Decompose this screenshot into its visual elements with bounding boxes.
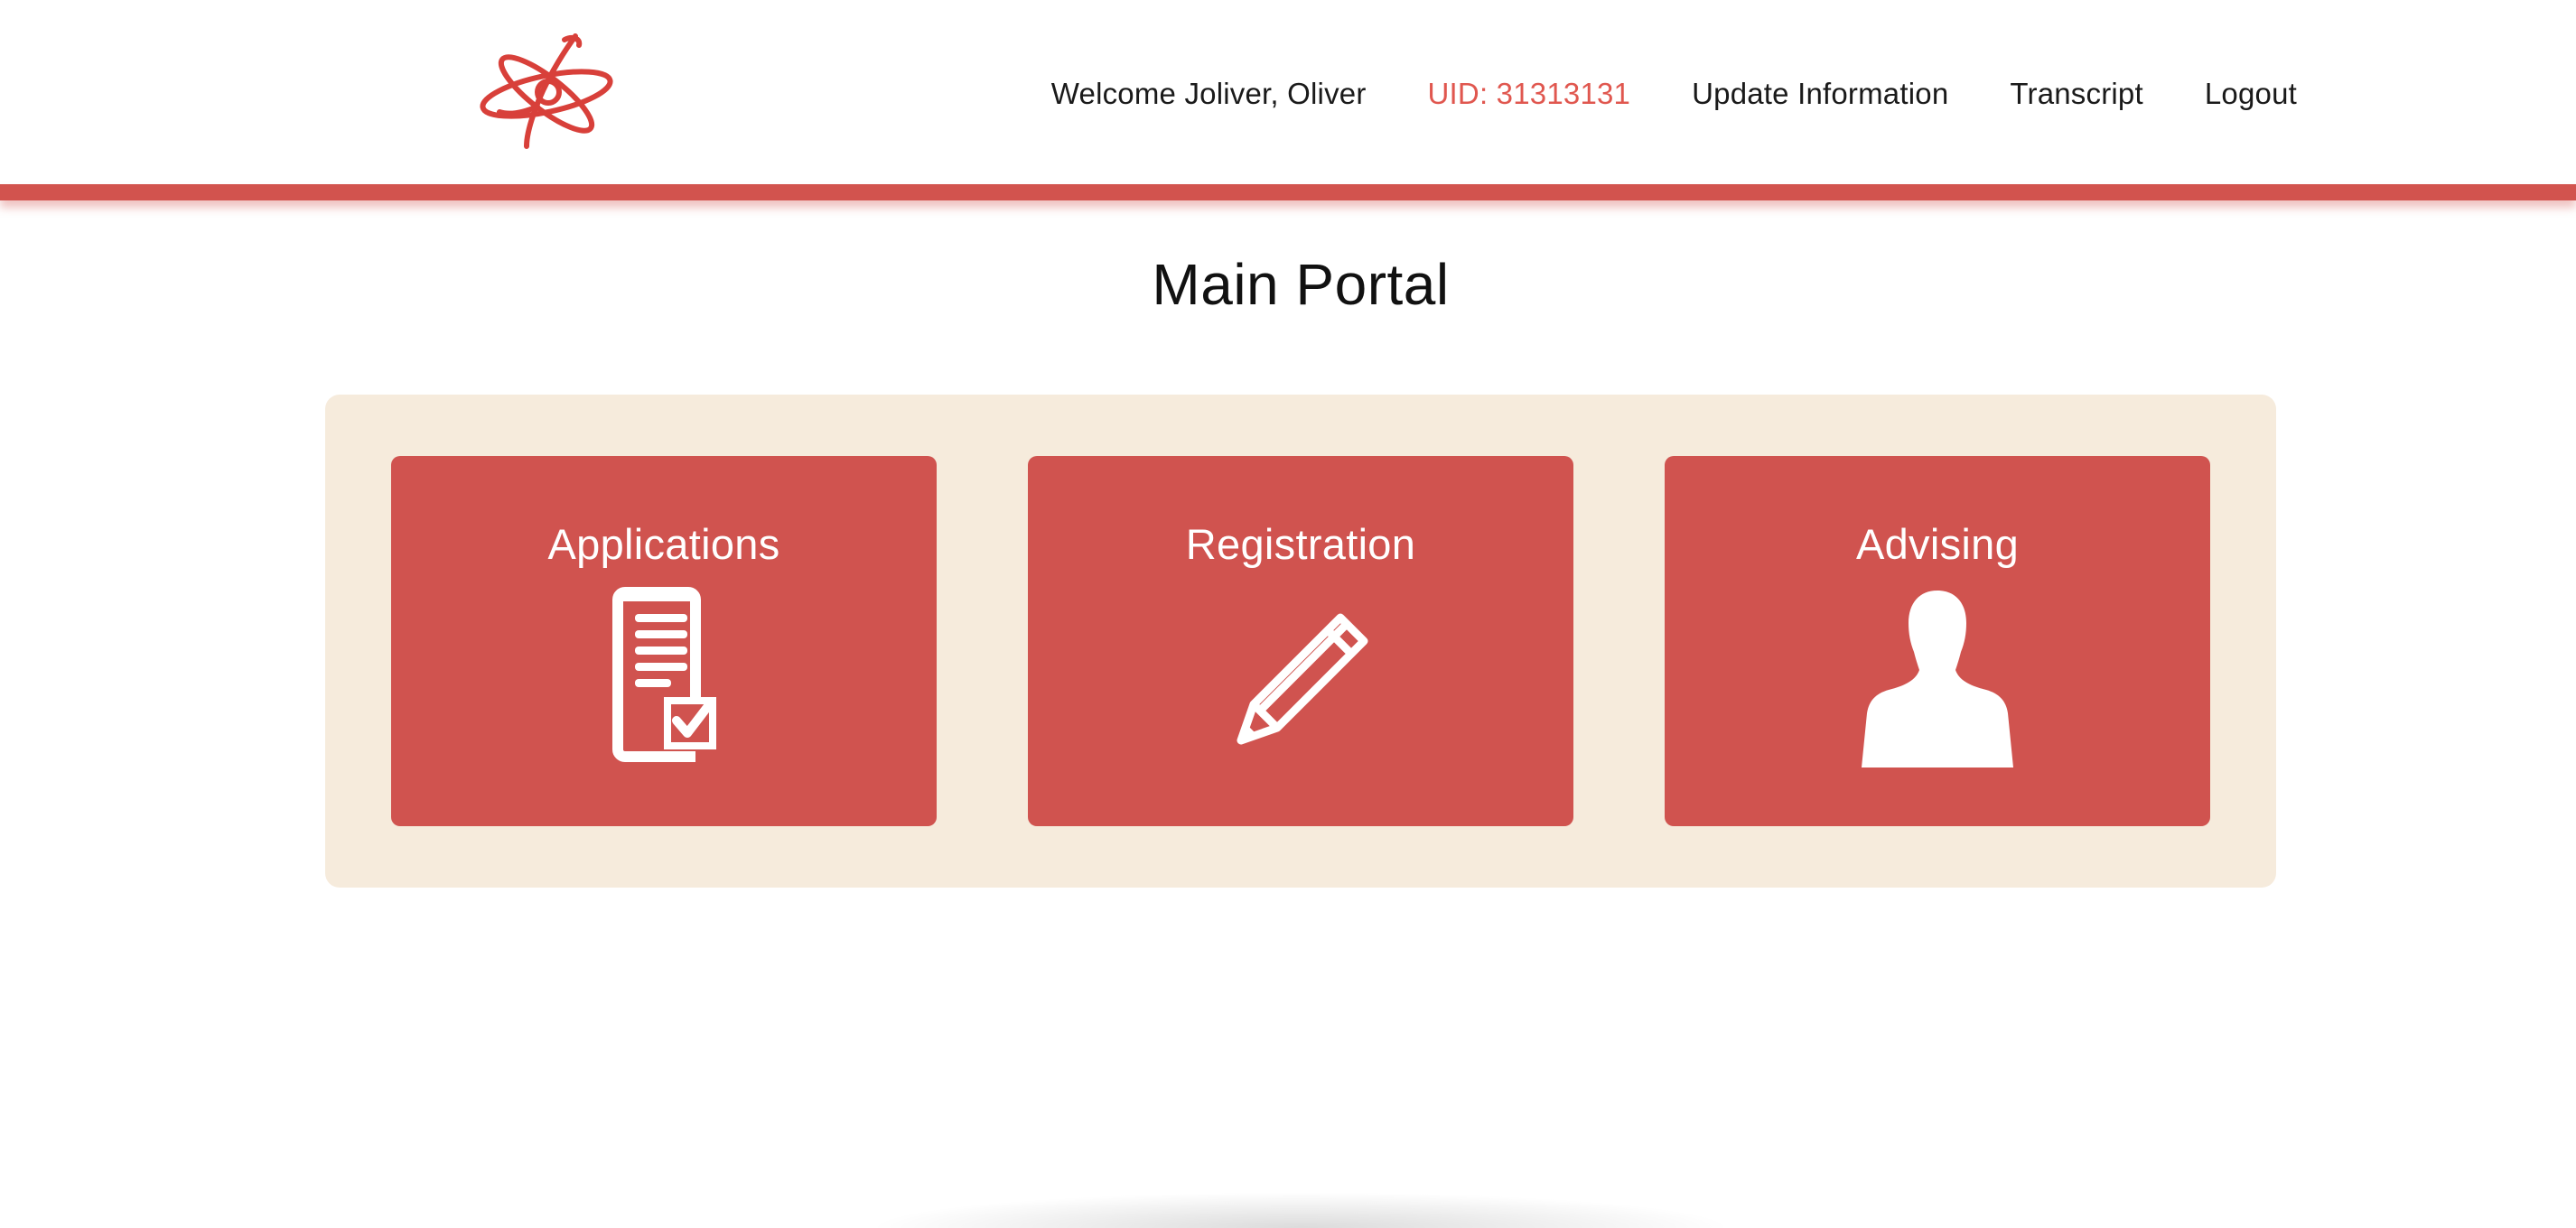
top-nav: Welcome Joliver, Oliver UID: 31313131 Up…: [990, 65, 2297, 123]
page-title: Main Portal: [1152, 252, 1450, 317]
nav-link-update-information[interactable]: Update Information: [1692, 77, 1948, 111]
site-header: Welcome Joliver, Oliver UID: 31313131 Up…: [0, 0, 2576, 184]
bottom-shadow: [867, 1192, 1734, 1228]
applications-card-label: Applications: [547, 520, 780, 568]
page: Welcome Joliver, Oliver UID: 31313131 Up…: [0, 0, 2576, 1228]
document-checkmark-icon: [555, 587, 772, 768]
header-accent-bar: [0, 184, 2576, 200]
atom-logo-icon[interactable]: [474, 29, 619, 155]
welcome-text: Welcome Joliver, Oliver: [1050, 77, 1367, 110]
nav-link-logout[interactable]: Logout: [2205, 77, 2297, 111]
portal-panel: Applications Registration Advising: [325, 395, 2276, 888]
registration-card[interactable]: Registration: [1028, 456, 1573, 826]
advising-card-label: Advising: [1855, 520, 2020, 568]
advising-card[interactable]: Advising: [1665, 456, 2210, 826]
pencil-icon: [1192, 587, 1409, 768]
nav-link-transcript[interactable]: Transcript: [2010, 77, 2142, 111]
registration-card-label: Registration: [1185, 520, 1416, 568]
applications-card[interactable]: Applications: [391, 456, 937, 826]
uid-label: UID: 31313131: [1427, 77, 1631, 110]
person-silhouette-icon: [1829, 587, 2046, 768]
